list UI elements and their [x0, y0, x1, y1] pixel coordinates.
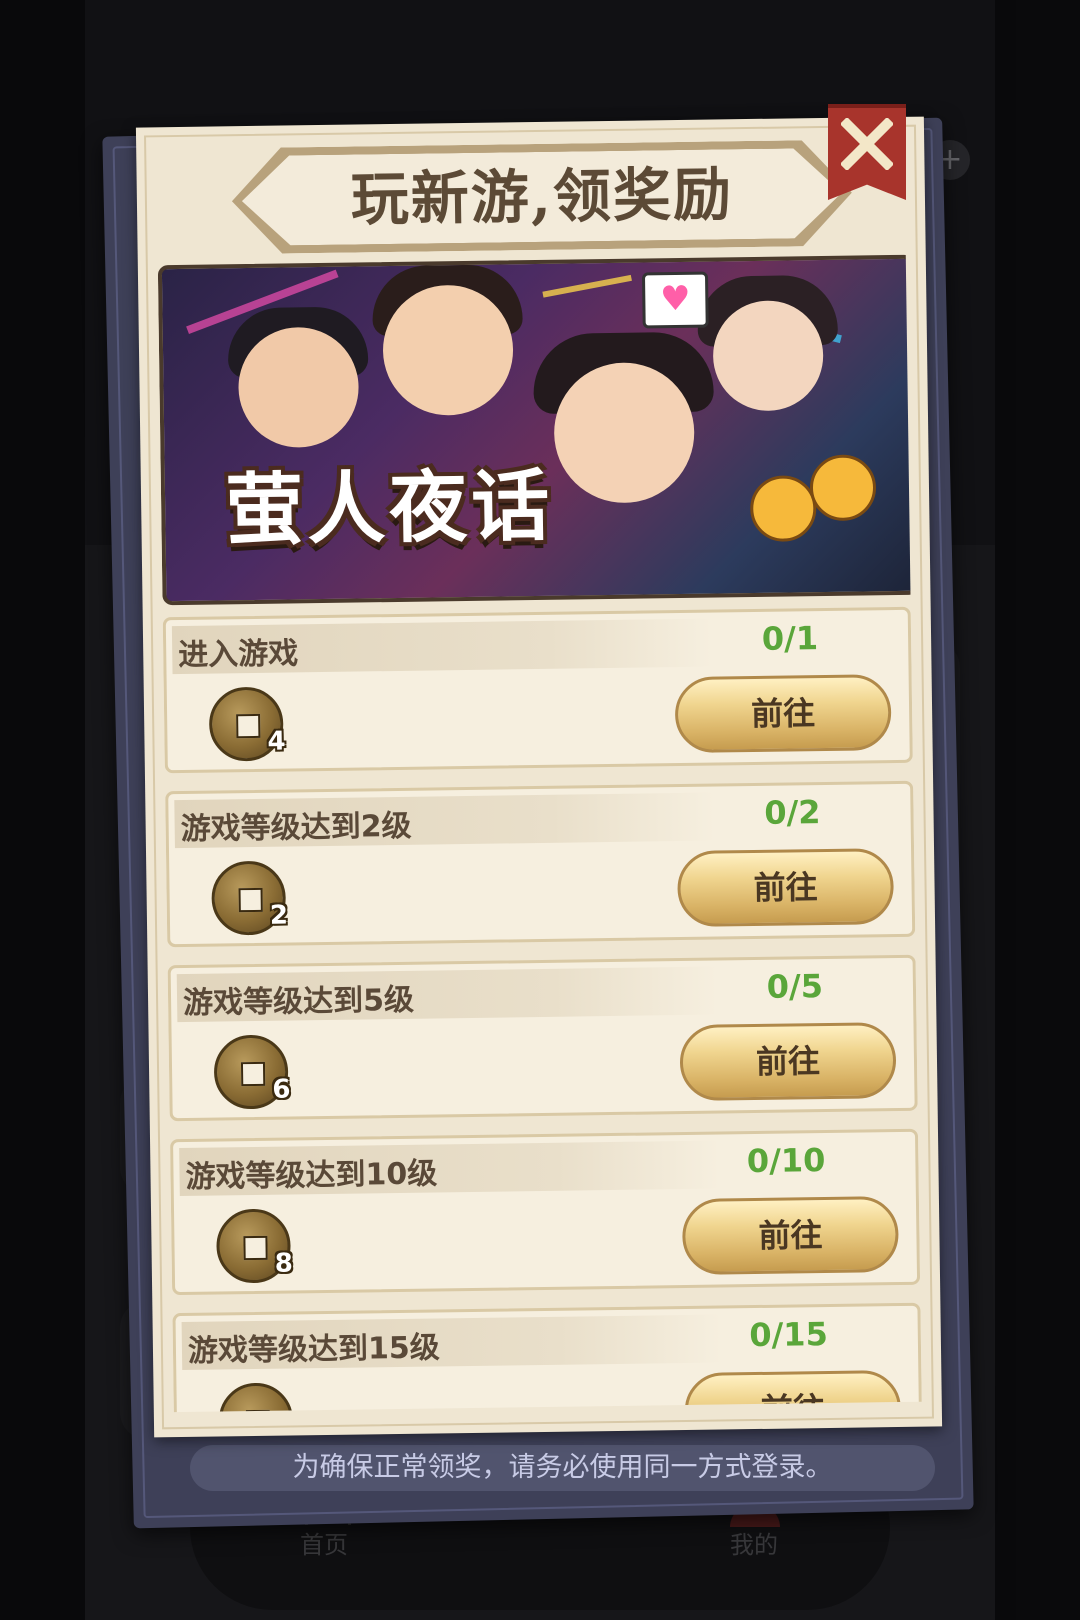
task-name: 游戏等级达到15级 [187, 1330, 440, 1369]
character-face [382, 284, 514, 417]
task-name: 游戏等级达到10级 [185, 1156, 438, 1195]
task-row: 游戏等级达到5级 0/5 6 前往 [167, 954, 918, 1122]
modal-title: 玩新游,领奖励 [350, 160, 734, 234]
neon-light [542, 274, 632, 298]
coin-icon [218, 1382, 294, 1413]
task-list: 进入游戏 0/1 4 前往 游戏等级达到2级 0/2 2 前往 游戏等级达到5级… [162, 606, 922, 1413]
task-progress: 0/1 [761, 619, 819, 658]
task-row: 游戏等级达到15级 0/15 前往 [172, 1302, 922, 1413]
task-name: 进入游戏 [178, 636, 299, 674]
heart-icon: ♥ [641, 271, 709, 329]
task-row: 游戏等级达到2级 0/2 2 前往 [165, 780, 916, 948]
task-progress: 0/5 [766, 967, 824, 1006]
smiley-icon [809, 454, 877, 522]
go-button[interactable]: 前往 [674, 674, 892, 754]
game-logo: 萤人夜话 [224, 460, 554, 557]
task-progress: 0/2 [764, 793, 821, 832]
task-row: 游戏等级达到10级 0/10 8 前往 [170, 1128, 921, 1296]
game-banner-image[interactable]: ♥ 萤人夜话 [157, 254, 919, 606]
task-row: 进入游戏 0/1 4 前往 [162, 606, 913, 774]
reward-count: 2 [269, 900, 289, 931]
login-notice: 为确保正常领奖，请务必使用同一方式登录。 [190, 1445, 935, 1491]
task-progress: 0/15 [749, 1315, 829, 1355]
character-face [237, 326, 360, 449]
reward-count: 8 [274, 1248, 294, 1279]
smiley-icon [749, 475, 817, 543]
go-button[interactable]: 前往 [684, 1370, 902, 1413]
task-name: 游戏等级达到5级 [182, 982, 415, 1021]
close-icon [841, 118, 893, 170]
go-button[interactable]: 前往 [677, 848, 895, 928]
reward-count: 4 [267, 726, 286, 757]
character-face [712, 299, 824, 412]
task-name: 游戏等级达到2级 [180, 808, 412, 848]
go-button[interactable]: 前往 [679, 1022, 897, 1102]
character-face [553, 361, 696, 504]
reward-count: 6 [272, 1074, 291, 1105]
reward-modal: 玩新游,领奖励 ♥ 萤人夜话 进入游戏 0/1 4 前往 游戏等级达到2级 0/… [135, 116, 943, 1438]
task-progress: 0/10 [746, 1141, 826, 1181]
go-button[interactable]: 前往 [681, 1196, 899, 1276]
